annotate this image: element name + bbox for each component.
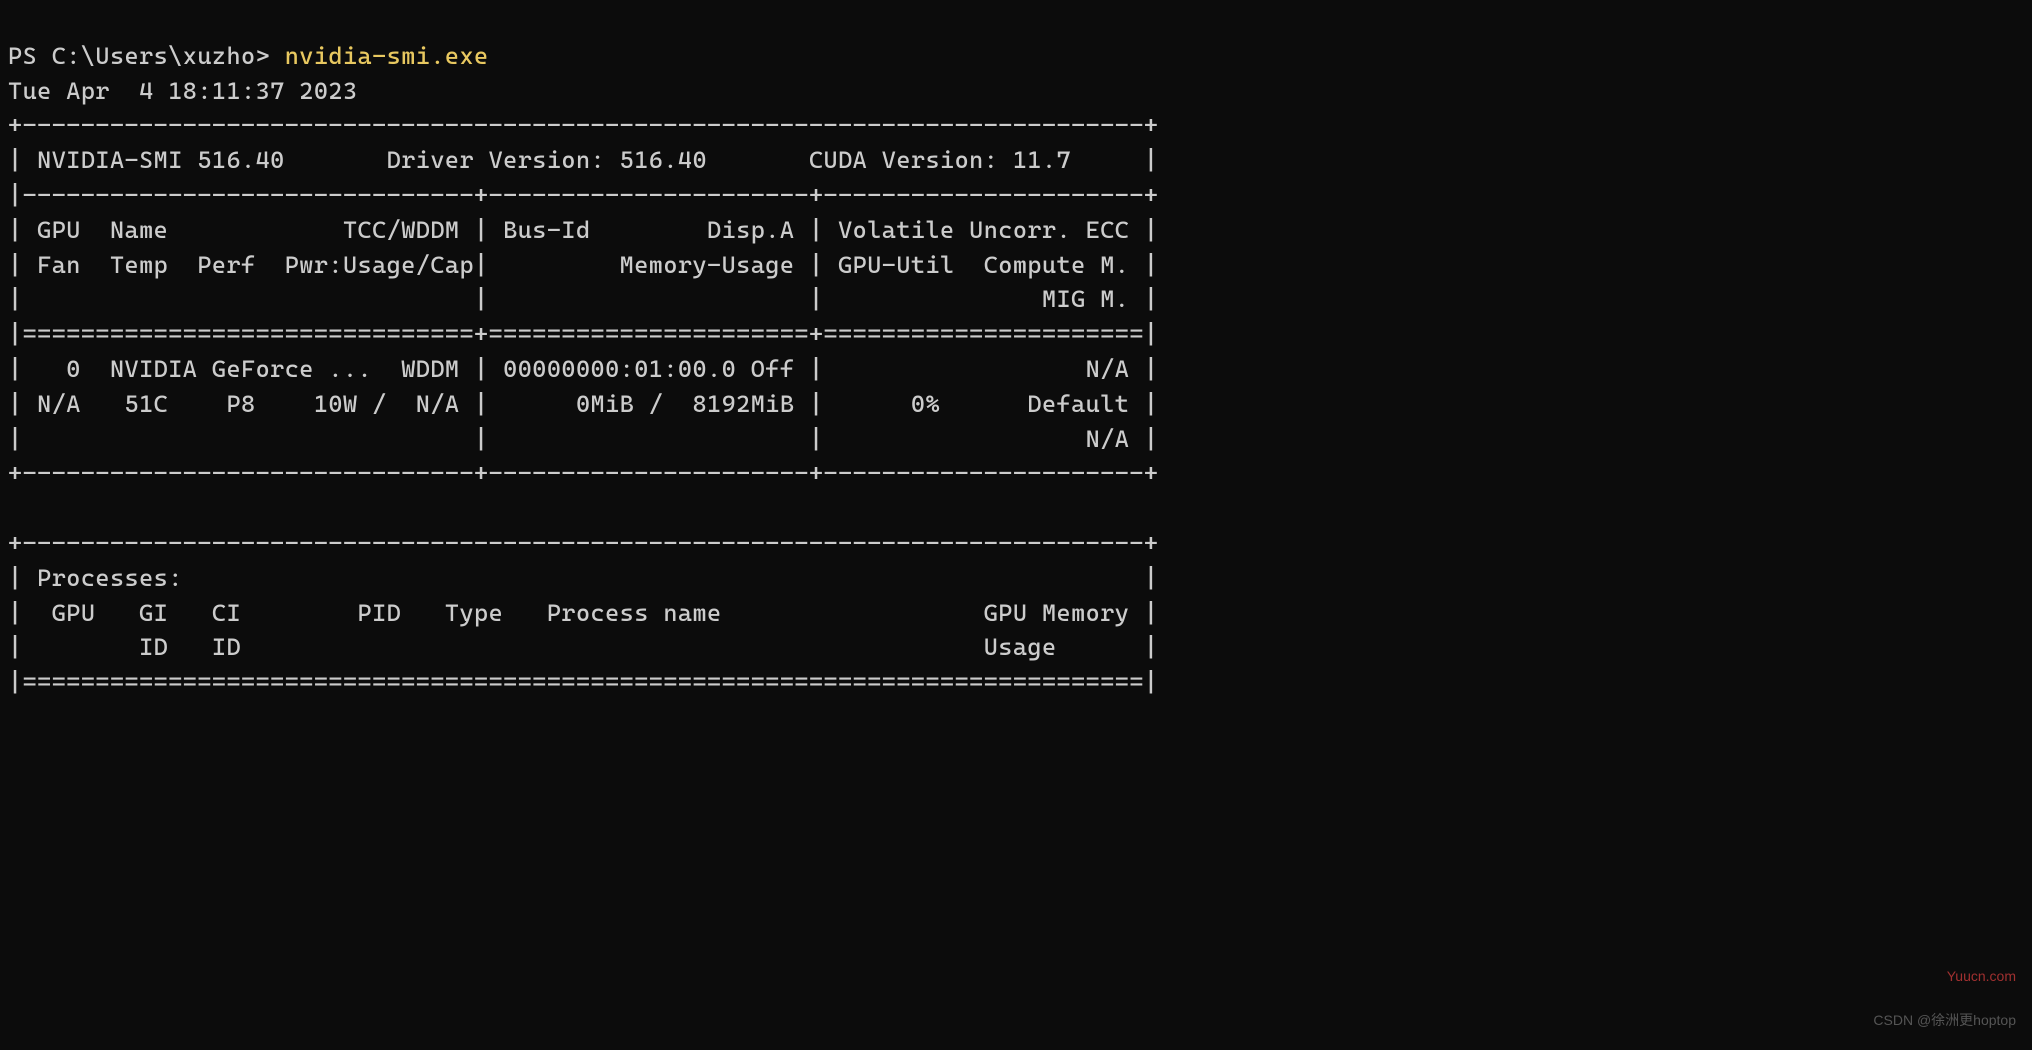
command-text: nvidia-smi.exe [285,42,489,70]
timestamp-line: Tue Apr 4 18:11:37 2023 [8,77,358,105]
gpu-row-2: | N/A 51C P8 10W / N/A | 0MiB / 8192MiB … [8,390,1158,418]
blank-line [8,494,1158,522]
ps-prompt: PS C:\Users\xuzho> [8,42,285,70]
header-separator: |-------------------------------+-------… [8,181,1158,209]
info-line: | NVIDIA-SMI 516.40 Driver Version: 516.… [8,146,1158,174]
gpu-row-3: | | | N/A | [8,425,1158,453]
table1-border-top: +---------------------------------------… [8,111,1158,139]
watermark-yuucn: Yuucn.com [1947,966,2016,986]
terminal-output: PS C:\Users\xuzho> nvidia-smi.exe Tue Ap… [0,0,2032,704]
header-eq-sep: |===============================+=======… [8,320,1158,348]
table2-border-top: +---------------------------------------… [8,529,1158,557]
watermark-csdn: CSDN @徐洲更hoptop [1873,1010,2016,1030]
table1-border-bot: +-------------------------------+-------… [8,459,1158,487]
processes-title: | Processes: | [8,564,1158,592]
processes-hdr-2: | ID ID Usage | [8,633,1158,661]
processes-eq-sep: |=======================================… [8,668,1158,696]
header-row-1: | GPU Name TCC/WDDM | Bus-Id Disp.A | Vo… [8,216,1158,244]
header-row-2: | Fan Temp Perf Pwr:Usage/Cap| Memory-Us… [8,251,1158,279]
header-row-3: | | | MIG M. | [8,285,1158,313]
gpu-row-1: | 0 NVIDIA GeForce ... WDDM | 00000000:0… [8,355,1158,383]
processes-hdr-1: | GPU GI CI PID Type Process name GPU Me… [8,599,1158,627]
